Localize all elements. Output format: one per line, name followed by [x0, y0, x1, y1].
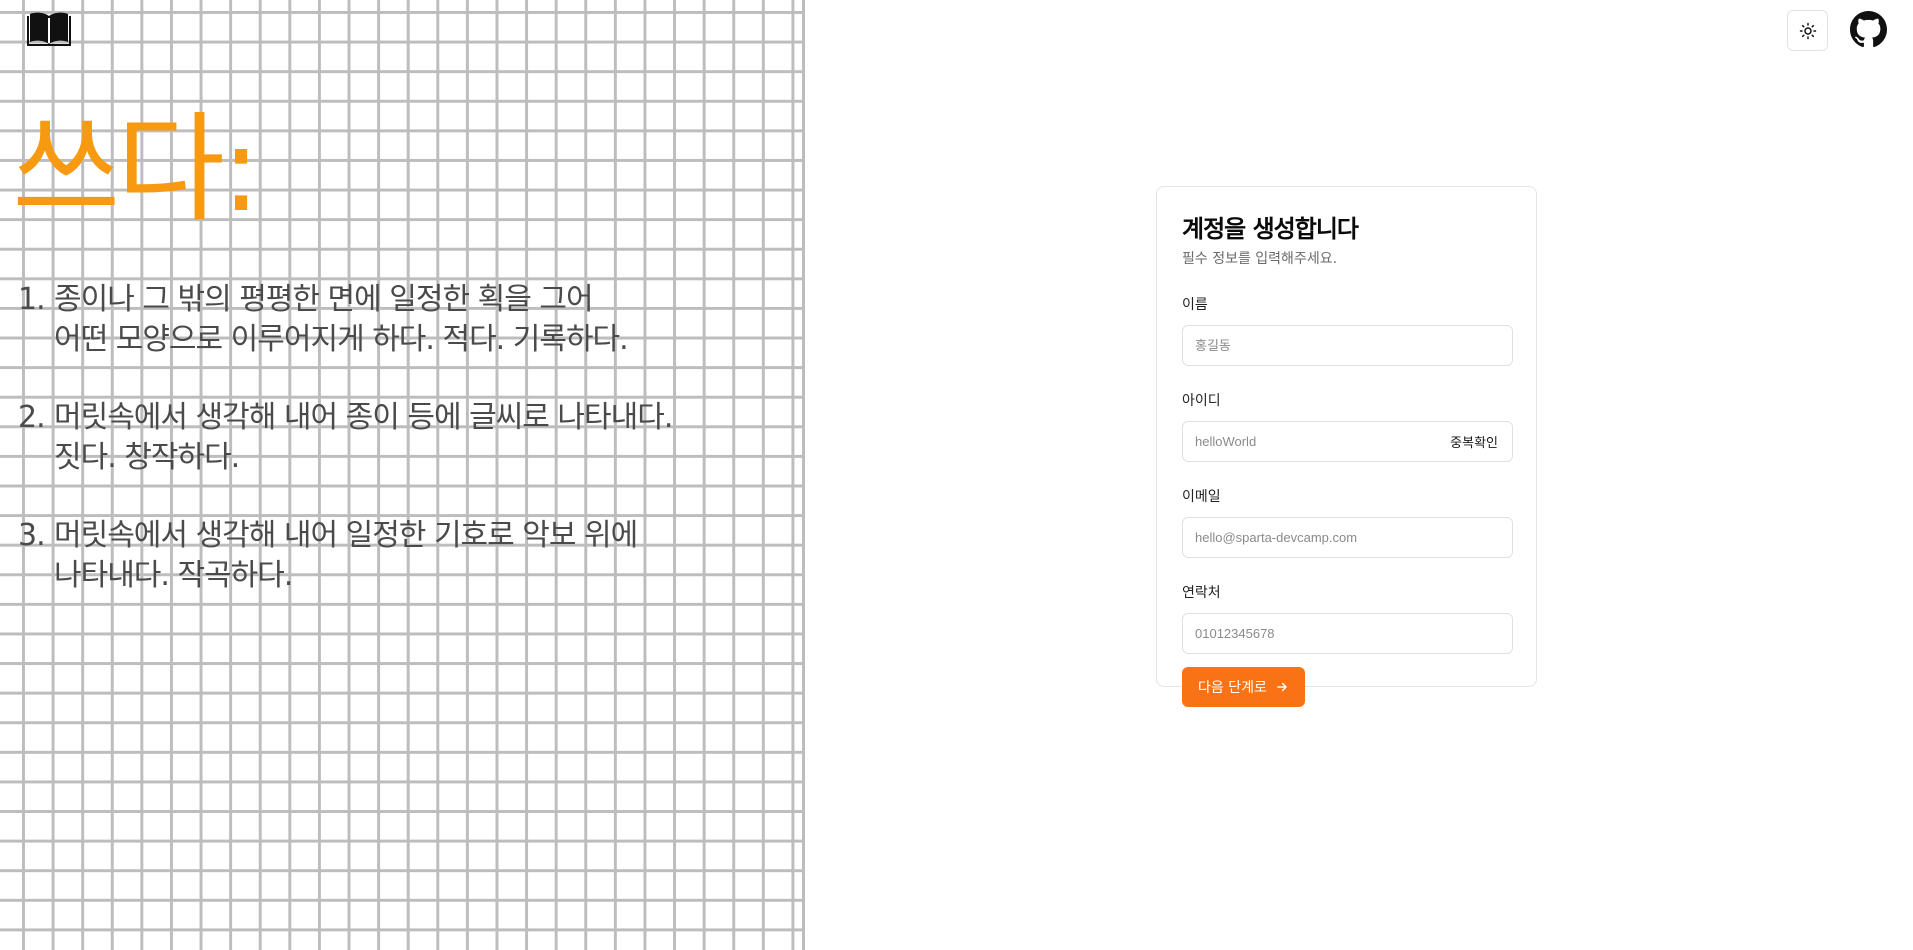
definition-item: 2. 머릿속에서 생각해 내어 종이 등에 글씨로 나타내다. 짓다. 창작하다…: [18, 398, 788, 478]
phone-label: 연락처: [1182, 585, 1221, 601]
email-label: 이메일: [1182, 489, 1221, 505]
definition-list: 1. 종이나 그 밖의 평평한 면에 일정한 획을 그어 어떤 모양으로 이루어…: [18, 280, 788, 634]
id-input[interactable]: [1195, 434, 1449, 449]
arrow-right-icon: [1277, 682, 1287, 692]
card-subtitle: 필수 정보를 입력해주세요.: [1182, 251, 1338, 267]
next-step-label: 다음 단계로: [1198, 680, 1267, 696]
name-input[interactable]: [1195, 338, 1500, 353]
email-input[interactable]: [1195, 530, 1500, 545]
phone-input[interactable]: [1195, 626, 1500, 641]
definition-item: 3. 머릿속에서 생각해 내어 일정한 기호로 악보 위에 나타내다. 작곡하다…: [18, 516, 788, 596]
next-step-button[interactable]: 다음 단계로: [1182, 667, 1305, 707]
id-label: 아이디: [1182, 393, 1221, 409]
definition-number: 1.: [18, 282, 46, 317]
email-field-wrapper: [1182, 517, 1513, 558]
definition-text: 머릿속에서 생각해 내어 일정한 기호로 악보 위에 나타내다. 작곡하다.: [54, 518, 638, 593]
definition-number: 3.: [18, 518, 46, 553]
phone-field-wrapper: [1182, 613, 1513, 654]
theme-toggle-button[interactable]: [1787, 10, 1828, 51]
book-open-icon[interactable]: [27, 10, 71, 46]
definition-number: 2.: [18, 400, 46, 435]
name-label: 이름: [1182, 297, 1208, 313]
duplicate-check-button[interactable]: 중복확인: [1448, 428, 1500, 455]
definition-text: 머릿속에서 생각해 내어 종이 등에 글씨로 나타내다. 짓다. 창작하다.: [54, 400, 673, 475]
sun-icon: [1799, 22, 1816, 39]
card-title: 계정을 생성합니다: [1182, 215, 1359, 243]
hero-title: 쓰다:: [12, 100, 261, 238]
definition-text: 종이나 그 밖의 평평한 면에 일정한 획을 그어 어떤 모양으로 이루어지게 …: [54, 282, 629, 357]
signup-card: 계정을 생성합니다 필수 정보를 입력해주세요. 이름 아이디 중복확인 이메일…: [1156, 186, 1537, 707]
github-icon[interactable]: [1850, 11, 1887, 48]
name-field-wrapper: [1182, 325, 1513, 366]
definition-item: 1. 종이나 그 밖의 평평한 면에 일정한 획을 그어 어떤 모양으로 이루어…: [18, 280, 788, 360]
id-field-wrapper: 중복확인: [1182, 421, 1513, 462]
